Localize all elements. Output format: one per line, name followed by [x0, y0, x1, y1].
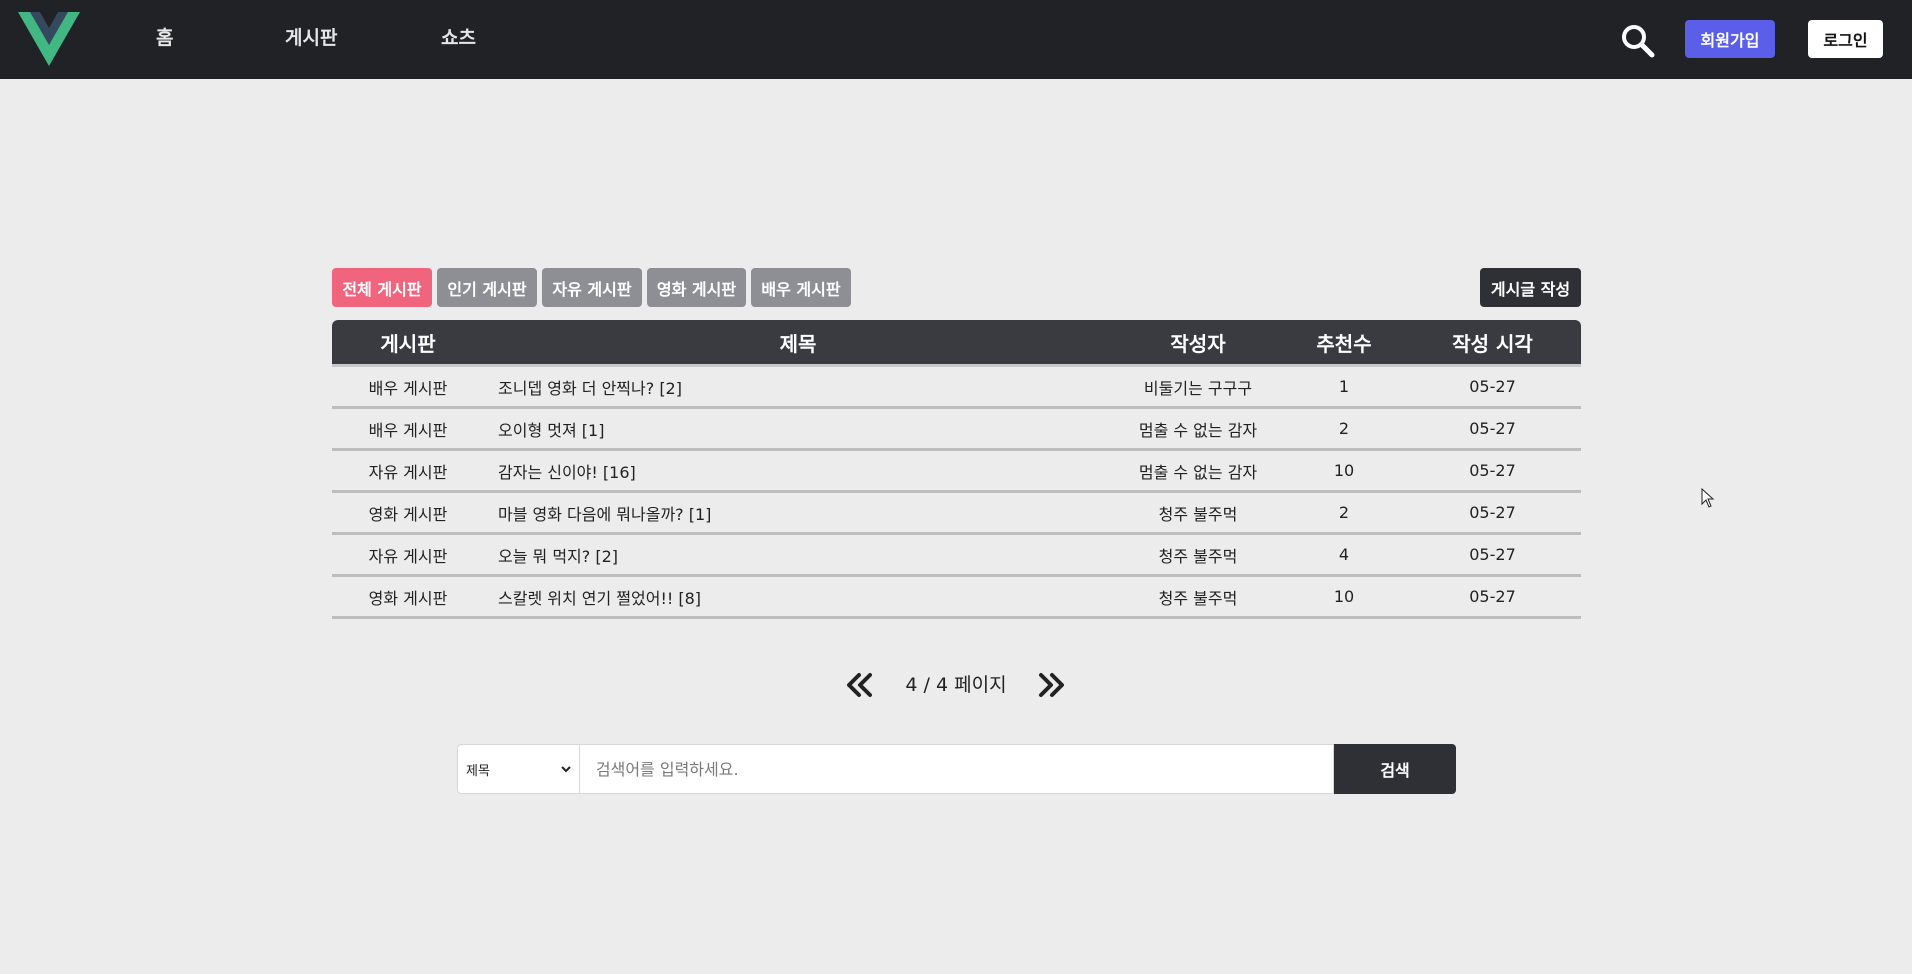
- row-recommend: 1: [1338, 377, 1350, 396]
- row-time: 05-27: [1469, 461, 1516, 480]
- vue-logo-icon[interactable]: [18, 12, 80, 66]
- search-type-value: 제목: [466, 763, 490, 779]
- row-time: 05-27: [1469, 377, 1516, 396]
- nav-link-shorts[interactable]: 쇼츠: [441, 24, 476, 52]
- table-row[interactable]: 배우 게시판 오이형 멋져 [1] 멈출 수 없는 감자 2 05-27: [332, 409, 1581, 451]
- search-submit-button[interactable]: 검색: [1334, 744, 1456, 794]
- table-row[interactable]: 영화 게시판 마블 영화 다음에 뭐나올까? [1] 청주 불주먹 2 05-2…: [332, 493, 1581, 535]
- row-author: 청주 불주먹: [1158, 588, 1238, 608]
- row-title[interactable]: 오이형 멋져 [1]: [484, 417, 1112, 441]
- row-author: 청주 불주먹: [1158, 546, 1238, 566]
- row-time: 05-27: [1469, 503, 1516, 522]
- row-recommend: 4: [1338, 545, 1350, 564]
- header-author: 작성자: [1170, 331, 1226, 356]
- row-board: 영화 게시판: [368, 504, 448, 524]
- row-board: 배우 게시판: [368, 378, 448, 398]
- header-board: 게시판: [380, 331, 436, 356]
- tab-free-board[interactable]: 자유 게시판: [542, 268, 642, 307]
- row-board: 영화 게시판: [368, 588, 448, 608]
- row-title[interactable]: 오늘 뭐 먹지? [2]: [484, 543, 1112, 567]
- search-type-select[interactable]: 제목: [457, 744, 579, 794]
- tab-actor-board[interactable]: 배우 게시판: [751, 268, 851, 307]
- table-row[interactable]: 자유 게시판 감자는 신이야! [16] 멈출 수 없는 감자 10 05-27: [332, 451, 1581, 493]
- row-title[interactable]: 스칼렛 위치 연기 쩔었어!! [8]: [484, 585, 1112, 609]
- top-navbar: 홈 게시판 쇼츠 회원가입 로그인: [0, 0, 1912, 79]
- row-author: 멈출 수 없는 감자: [1138, 420, 1258, 440]
- row-time: 05-27: [1469, 545, 1516, 564]
- search-icon[interactable]: [1619, 22, 1655, 58]
- search-form: 제목 검색: [457, 744, 1456, 794]
- table-row[interactable]: 자유 게시판 오늘 뭐 먹지? [2] 청주 불주먹 4 05-27: [332, 535, 1581, 577]
- nav-link-board[interactable]: 게시판: [285, 24, 337, 52]
- header-title: 제목: [779, 331, 817, 356]
- mouse-cursor-icon: [1701, 488, 1715, 508]
- row-title[interactable]: 감자는 신이야! [16]: [484, 459, 1112, 483]
- row-recommend: 2: [1338, 503, 1350, 522]
- tab-popular-board[interactable]: 인기 게시판: [437, 268, 537, 307]
- double-chevron-right-icon[interactable]: [1036, 670, 1066, 700]
- table-row[interactable]: 영화 게시판 스칼렛 위치 연기 쩔었어!! [8] 청주 불주먹 10 05-…: [332, 577, 1581, 619]
- row-title[interactable]: 조니뎁 영화 더 안찍나? [2]: [484, 375, 1112, 399]
- post-table: 게시판 제목 작성자 추천수 작성 시각 배우 게시판 조니뎁 영화 더 안찍나…: [332, 320, 1581, 619]
- row-board: 자유 게시판: [368, 546, 448, 566]
- page-indicator: 4 / 4 페이지: [905, 674, 1007, 696]
- row-recommend: 10: [1333, 461, 1355, 480]
- double-chevron-left-icon[interactable]: [845, 670, 875, 700]
- header-recommend: 추천수: [1316, 331, 1372, 356]
- row-recommend: 10: [1333, 587, 1355, 606]
- signup-button[interactable]: 회원가입: [1685, 20, 1775, 58]
- login-button[interactable]: 로그인: [1808, 20, 1883, 58]
- nav-link-home[interactable]: 홈: [156, 24, 173, 52]
- row-time: 05-27: [1469, 419, 1516, 438]
- row-board: 배우 게시판: [368, 420, 448, 440]
- table-header: 게시판 제목 작성자 추천수 작성 시각: [332, 320, 1581, 367]
- table-row[interactable]: 배우 게시판 조니뎁 영화 더 안찍나? [2] 비둘기는 구구구 1 05-2…: [332, 367, 1581, 409]
- chevron-down-icon: [561, 766, 571, 773]
- row-author: 청주 불주먹: [1158, 504, 1238, 524]
- header-time: 작성 시각: [1452, 331, 1533, 356]
- write-post-button[interactable]: 게시글 작성: [1480, 268, 1581, 307]
- row-board: 자유 게시판: [368, 462, 448, 482]
- search-input[interactable]: [578, 744, 1335, 794]
- tab-movie-board[interactable]: 영화 게시판: [647, 268, 746, 307]
- row-title[interactable]: 마블 영화 다음에 뭐나올까? [1]: [484, 501, 1112, 525]
- tab-all-board[interactable]: 전체 게시판: [332, 268, 432, 307]
- row-author: 비둘기는 구구구: [1143, 378, 1253, 398]
- row-time: 05-27: [1469, 587, 1516, 606]
- row-author: 멈출 수 없는 감자: [1138, 462, 1258, 482]
- row-recommend: 2: [1338, 419, 1350, 438]
